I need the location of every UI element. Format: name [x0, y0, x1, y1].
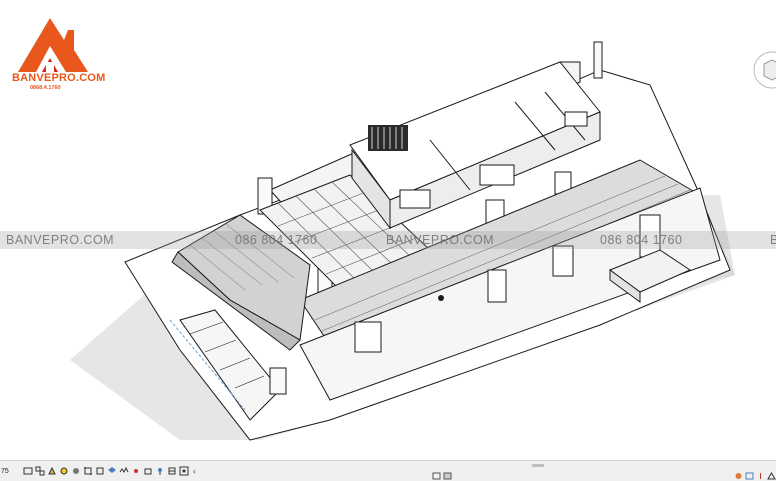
window-2 — [487, 269, 507, 303]
select-links-icon[interactable] — [734, 472, 743, 480]
column-back — [593, 41, 603, 79]
horizontal-scroll-thumb[interactable] — [532, 464, 544, 467]
bed-1 — [399, 189, 431, 209]
watermark-text: BANVEPRO.COM — [6, 233, 115, 247]
analysis-icon[interactable] — [155, 466, 165, 476]
constraints-icon[interactable] — [179, 466, 189, 476]
watermark-text: BANVEPRO.COM — [386, 233, 495, 247]
worksharing-icon[interactable] — [143, 466, 153, 476]
logo-name: BANVEPRO.COM — [12, 72, 106, 84]
watermark-text: B — [770, 233, 776, 247]
crop-icon[interactable] — [83, 466, 93, 476]
corner-pillar — [269, 367, 287, 395]
chevron-left-icon[interactable]: ‹ — [193, 467, 196, 476]
view-control-bar: 75 ‹ — [0, 460, 776, 481]
watermark-phone: 086 804 1760 — [235, 233, 318, 247]
wall-light — [438, 295, 444, 301]
selection-icons — [732, 472, 776, 480]
visual-style-icon[interactable] — [47, 466, 57, 476]
workset-icon[interactable] — [432, 472, 441, 480]
building-model-drawing[interactable] — [0, 0, 776, 460]
status-icons — [430, 472, 452, 480]
show-crop-icon[interactable] — [95, 466, 105, 476]
shadows-icon[interactable] — [71, 466, 81, 476]
select-pinned-icon[interactable] — [756, 472, 765, 480]
sun-path-icon[interactable] — [59, 466, 69, 476]
temporary-hide-icon[interactable] — [119, 466, 129, 476]
select-face-icon[interactable] — [767, 472, 776, 480]
3d-viewport[interactable]: BANVEPRO.COM 0868.4.1760 BANVEPRO.COM 08… — [0, 0, 776, 460]
view-scale[interactable]: 75 — [1, 468, 9, 475]
bathroom-fixture — [564, 111, 588, 127]
reveal-hidden-icon[interactable] — [131, 466, 141, 476]
viewcube-icon[interactable] — [752, 50, 776, 90]
watermark-phone: 086 804 1760 — [600, 233, 683, 247]
design-option-icon[interactable] — [443, 472, 452, 480]
view-scale-icon[interactable] — [23, 466, 33, 476]
bed-2 — [479, 164, 515, 186]
select-underlay-icon[interactable] — [745, 472, 754, 480]
detail-level-icon[interactable] — [35, 466, 45, 476]
logo-phone: 0868.4.1760 — [30, 85, 61, 91]
unlock-3d-icon[interactable] — [107, 466, 117, 476]
highlight-icon[interactable] — [167, 466, 177, 476]
window-1 — [354, 321, 382, 353]
window-3 — [552, 245, 574, 277]
